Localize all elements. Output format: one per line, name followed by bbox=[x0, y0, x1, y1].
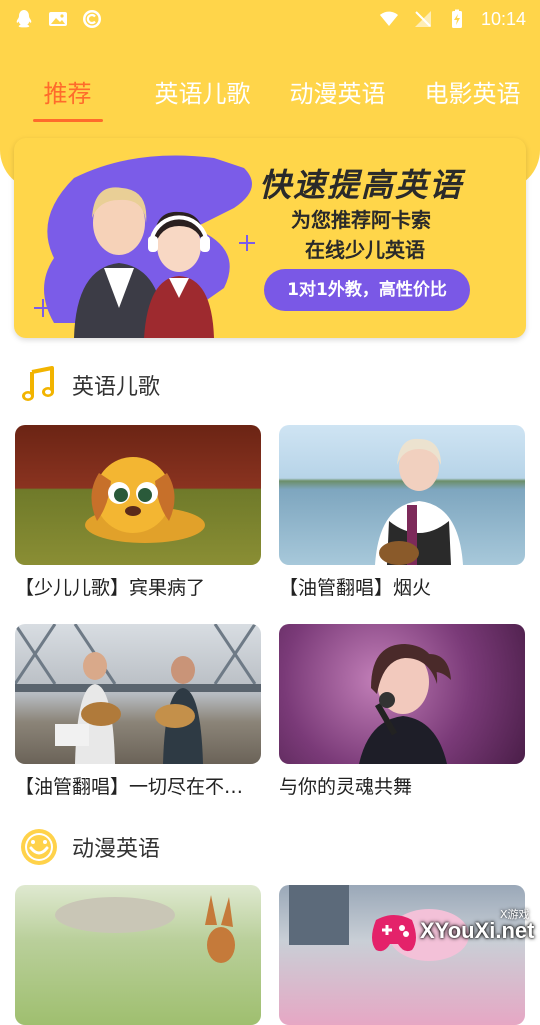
banner-cta-button[interactable]: 1对1外教，高性价比 bbox=[264, 269, 470, 311]
battery-icon bbox=[451, 9, 462, 28]
wifi-icon bbox=[379, 11, 398, 26]
smiley-icon bbox=[21, 829, 57, 865]
watermark: X游戏 XYouXi.net bbox=[368, 900, 540, 960]
video-thumbnail bbox=[15, 885, 261, 1025]
video-title: 与你的灵魂共舞 bbox=[279, 776, 413, 798]
banner-subtitle-line1: 为您推荐阿卡索 bbox=[291, 208, 431, 232]
video-card[interactable] bbox=[15, 885, 261, 1025]
tab-english-songs[interactable]: 英语儿歌 bbox=[135, 70, 270, 122]
video-thumbnail bbox=[279, 624, 525, 764]
section-header-english-songs[interactable]: 英语儿歌 bbox=[18, 364, 160, 406]
video-thumbnail bbox=[15, 624, 261, 764]
no-signal-icon bbox=[414, 11, 431, 27]
status-time: 10:14 bbox=[480, 8, 526, 29]
video-card[interactable]: 【油管翻唱】一切尽在不言中 bbox=[15, 624, 261, 799]
banner-subtitle-line2: 在线少儿英语 bbox=[305, 238, 425, 262]
video-card[interactable]: 与你的灵魂共舞 bbox=[279, 624, 525, 799]
music-note-icon bbox=[22, 366, 54, 401]
category-tabs: 推荐 英语儿歌 动漫英语 电影英语 bbox=[0, 70, 540, 122]
image-icon bbox=[49, 12, 67, 26]
qq-icon bbox=[16, 10, 32, 28]
watermark-text: XYouXi.net bbox=[420, 918, 535, 943]
status-bar: 10:14 bbox=[0, 0, 540, 38]
video-card[interactable]: 【少儿儿歌】宾果病了 bbox=[15, 425, 261, 600]
video-thumbnail bbox=[279, 425, 525, 565]
video-title: 【油管翻唱】一切尽在不言中 bbox=[15, 776, 261, 798]
tab-recommend[interactable]: 推荐 bbox=[0, 70, 135, 122]
gamepad-logo-icon bbox=[372, 915, 416, 952]
banner-title: 快速提高英语 bbox=[259, 166, 464, 204]
section-title: 英语儿歌 bbox=[72, 375, 161, 400]
copyright-icon bbox=[83, 10, 101, 28]
video-card[interactable]: 【油管翻唱】烟火 bbox=[279, 425, 525, 600]
tab-anime-english[interactable]: 动漫英语 bbox=[270, 70, 405, 122]
tab-movie-english[interactable]: 电影英语 bbox=[405, 70, 540, 122]
section-header-anime-english[interactable]: 动漫英语 bbox=[18, 826, 160, 868]
promo-banner[interactable]: 快速提高英语 为您推荐阿卡索 在线少儿英语 1对1外教，高性价比 bbox=[14, 138, 526, 338]
video-thumbnail bbox=[15, 425, 261, 565]
video-title: 【少儿儿歌】宾果病了 bbox=[15, 577, 206, 599]
section-title: 动漫英语 bbox=[72, 837, 161, 862]
video-title: 【油管翻唱】烟火 bbox=[279, 577, 432, 599]
